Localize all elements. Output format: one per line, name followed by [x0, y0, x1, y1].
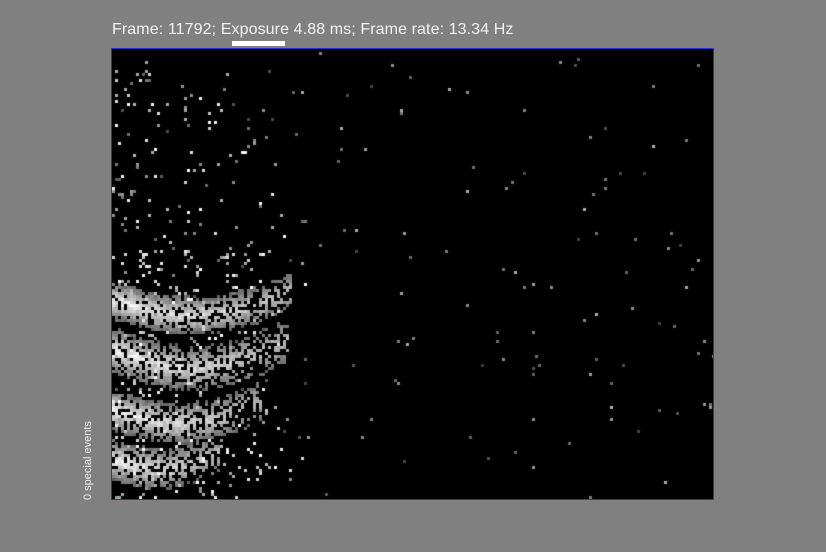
frame-status-text: Frame: 11792; Exposure 4.88 ms; Frame ra…	[112, 21, 514, 38]
exposure-indicator-bar	[232, 41, 285, 46]
special-events-label: 0 special events	[82, 421, 94, 500]
event-frame-canvas[interactable]	[112, 49, 713, 499]
sensor-viewport[interactable]	[111, 48, 714, 500]
